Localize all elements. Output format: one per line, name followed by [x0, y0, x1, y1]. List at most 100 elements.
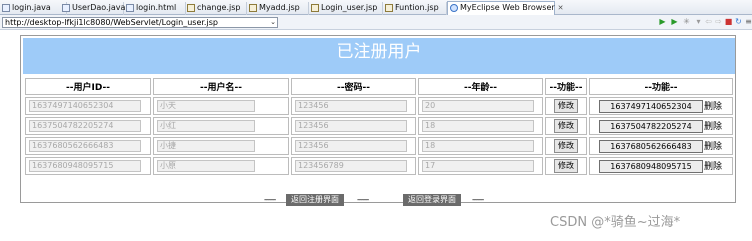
column-header: --密码--	[291, 78, 416, 95]
tab-label: change.jsp	[197, 3, 241, 12]
age-input[interactable]: 20	[422, 100, 534, 112]
separator: ------	[472, 195, 484, 204]
edit-cell: 修改	[545, 97, 587, 115]
bottom-nav: ------ 返回注册界面 ------ 返回登录界面 ------	[0, 194, 752, 206]
url-text: http://desktop-lfkji1lc8080/WebServlet/L…	[5, 18, 218, 27]
chevron-down-icon[interactable]: ▾	[694, 17, 703, 27]
action-cell: 1637680948095715 删除	[589, 157, 733, 175]
edit-button[interactable]: 修改	[554, 99, 578, 113]
delete-link[interactable]: 删除	[704, 102, 722, 112]
name-input[interactable]: 小天	[157, 100, 255, 112]
tab-userdao-java[interactable]: UserDao.java	[60, 2, 126, 15]
stop-icon[interactable]: ■	[724, 17, 733, 27]
column-header: --功能--	[545, 78, 587, 95]
menu-icon[interactable]: ≡	[744, 17, 752, 27]
table-row: 1637497140652304 小天 123456 20 修改 1637497…	[25, 97, 733, 115]
action-cell: 1637504782205274 删除	[589, 117, 733, 135]
id-input[interactable]: 1637497140652304	[29, 100, 141, 112]
tab-login-java[interactable]: login.java	[0, 2, 67, 15]
age-cell: 17	[418, 157, 543, 175]
tab-label: login.html	[136, 3, 177, 12]
user-id-button[interactable]: 1637680562666483	[598, 140, 703, 153]
go-icon[interactable]: ▶	[658, 17, 667, 27]
name-input[interactable]: 小原	[157, 160, 255, 172]
tab-label: Myadd.jsp	[259, 3, 300, 12]
html-file-icon	[126, 4, 134, 12]
url-field[interactable]: http://desktop-lfkji1lc8080/WebServlet/L…	[2, 17, 278, 28]
java-file-icon	[62, 4, 70, 12]
back-icon[interactable]: ⇦	[704, 17, 713, 27]
jsp-file-icon	[385, 4, 393, 12]
user-table: --用户ID-- --用户名-- --密码-- --年龄-- --功能-- --…	[23, 76, 735, 177]
id-cell: 1637504782205274	[25, 117, 151, 135]
jsp-file-icon	[187, 4, 195, 12]
edit-cell: 修改	[545, 117, 587, 135]
age-input[interactable]: 18	[422, 120, 534, 132]
password-input[interactable]: 123456	[295, 120, 407, 132]
user-id-button[interactable]: 1637680948095715	[598, 160, 703, 173]
user-id-button[interactable]: 1637497140652304	[598, 100, 703, 113]
column-header: --用户ID--	[25, 78, 151, 95]
address-bar: http://desktop-lfkji1lc8080/WebServlet/L…	[0, 15, 752, 30]
password-input[interactable]: 123456	[295, 140, 407, 152]
edit-cell: 修改	[545, 157, 587, 175]
delete-link[interactable]: 删除	[704, 162, 722, 172]
separator: ------	[264, 195, 276, 204]
password-cell: 123456	[291, 137, 416, 155]
name-cell: 小天	[153, 97, 289, 115]
password-cell: 123456789	[291, 157, 416, 175]
table-row: 1637680562666483 小捷 123456 18 修改 1637680…	[25, 137, 733, 155]
tab-label: UserDao.java	[72, 3, 126, 12]
column-header: --功能--	[589, 78, 733, 95]
column-header: --年龄--	[418, 78, 543, 95]
table-header-row: --用户ID-- --用户名-- --密码-- --年龄-- --功能-- --…	[25, 78, 733, 95]
id-cell: 1637680562666483	[25, 137, 151, 155]
age-input[interactable]: 18	[422, 140, 534, 152]
tab-label: login.java	[12, 3, 51, 12]
edit-button[interactable]: 修改	[554, 159, 578, 173]
play-icon[interactable]: ▶	[670, 17, 679, 27]
name-cell: 小捷	[153, 137, 289, 155]
name-input[interactable]: 小捷	[157, 140, 255, 152]
name-input[interactable]: 小红	[157, 120, 255, 132]
name-cell: 小原	[153, 157, 289, 175]
chevron-down-icon[interactable]: ⌄	[270, 18, 276, 27]
editor-tab-bar: login.java UserDao.java login.html chang…	[0, 0, 752, 15]
back-login-button[interactable]: 返回登录界面	[403, 194, 461, 206]
delete-link[interactable]: 删除	[704, 142, 722, 152]
edit-button[interactable]: 修改	[554, 119, 578, 133]
settings-icon[interactable]: ✳	[682, 17, 691, 27]
close-icon[interactable]: ✕	[558, 2, 564, 14]
tab-funtion-jsp[interactable]: Funtion.jsp	[383, 2, 447, 15]
id-input[interactable]: 1637504782205274	[29, 120, 141, 132]
jsp-file-icon	[311, 4, 319, 12]
password-input[interactable]: 123456	[295, 100, 407, 112]
forward-icon[interactable]: ⇨	[714, 17, 723, 27]
edit-button[interactable]: 修改	[554, 139, 578, 153]
page-title: 已注册用户	[23, 38, 735, 74]
delete-link[interactable]: 删除	[704, 122, 722, 132]
id-input[interactable]: 1637680562666483	[29, 140, 141, 152]
user-id-button[interactable]: 1637504782205274	[598, 120, 703, 133]
browser-page: 已注册用户 --用户ID-- --用户名-- --密码-- --年龄-- --功…	[0, 31, 752, 241]
age-input[interactable]: 17	[422, 160, 534, 172]
tab-login-user-jsp[interactable]: Login_user.jsp	[309, 2, 383, 15]
tab-web-browser[interactable]: MyEclipse Web Browser ✕	[447, 1, 564, 15]
tab-login-html[interactable]: login.html	[124, 2, 186, 15]
globe-icon	[450, 4, 458, 12]
tab-myadd-jsp[interactable]: Myadd.jsp	[247, 2, 309, 15]
id-input[interactable]: 1637680948095715	[29, 160, 141, 172]
age-cell: 20	[418, 97, 543, 115]
action-cell: 1637497140652304 删除	[589, 97, 733, 115]
back-register-button[interactable]: 返回注册界面	[286, 194, 344, 206]
column-header: --用户名--	[153, 78, 289, 95]
tab-change-jsp[interactable]: change.jsp	[185, 2, 247, 15]
table-row: 1637680948095715 小原 123456789 17 修改 1637…	[25, 157, 733, 175]
refresh-icon[interactable]: ↻	[734, 17, 743, 27]
password-input[interactable]: 123456789	[295, 160, 407, 172]
id-cell: 1637680948095715	[25, 157, 151, 175]
edit-cell: 修改	[545, 137, 587, 155]
age-cell: 18	[418, 117, 543, 135]
watermark: CSDN @*骑鱼~过海*	[550, 215, 681, 230]
separator: ------	[357, 195, 369, 204]
